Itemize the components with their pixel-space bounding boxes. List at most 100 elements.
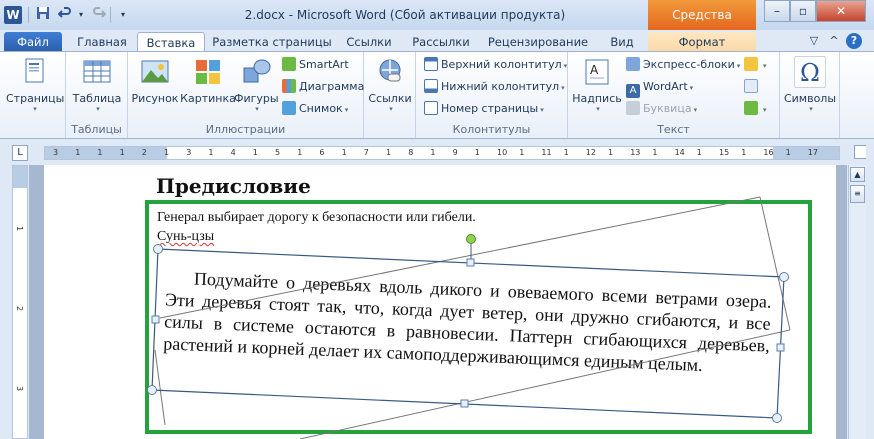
minimize-ribbon-icon[interactable]: ▽ xyxy=(806,33,822,49)
shapes-label: Фигуры xyxy=(234,92,279,105)
symbols-button[interactable]: Ω Символы ▾ xyxy=(782,56,838,113)
pages-icon xyxy=(18,56,50,88)
chevron-down-icon: ▾ xyxy=(33,105,37,113)
horizontal-ruler[interactable]: 3 1 1 1 2 1 3 1 4 1 5 1 6 1 7 1 8 1 9 1 10 1 11 1 12 1 13 1 14 1 15 1 16… xyxy=(44,146,840,160)
quickparts-button[interactable]: Экспресс-блоки ▾ xyxy=(626,56,740,74)
word-app-icon[interactable]: W xyxy=(4,6,22,24)
links-label: Ссылки xyxy=(368,92,412,105)
tab-file[interactable]: Файл xyxy=(4,32,62,52)
ruler-number: 11 xyxy=(541,148,552,157)
document-heading[interactable]: Предисловие xyxy=(156,174,311,198)
table-button[interactable]: Таблица ▾ xyxy=(70,56,124,113)
tab-selector[interactable]: L xyxy=(12,145,28,161)
rotated-textbox[interactable]: Подумайте о деревьях вдоль дикого и овев… xyxy=(150,252,782,439)
redo-icon[interactable] xyxy=(90,6,108,24)
date-time-button[interactable] xyxy=(744,78,761,96)
group-text: A Надпись ▾ Экспресс-блоки ▾ A WordArt ▾ Бу… xyxy=(568,52,780,138)
ribbon-tabs: Файл Главная Вставка Разметка страницы С… xyxy=(0,30,874,52)
ruler-number: 5 xyxy=(275,148,281,157)
ruler-number: 1 xyxy=(252,148,258,157)
help-icon[interactable]: ? xyxy=(846,33,862,49)
object-icon xyxy=(744,101,758,115)
omega-icon: Ω xyxy=(794,56,826,88)
qat-separator xyxy=(28,7,29,23)
drawing-tools-header: Средства рисов... xyxy=(648,0,756,52)
tab-home[interactable]: Главная xyxy=(70,32,134,52)
tab-review[interactable]: Рецензирование xyxy=(483,32,593,52)
textbox-button[interactable]: A Надпись ▾ xyxy=(572,56,622,113)
title-bar: W ▾ ▾ 2.docx - Microsoft Word (Сбой акти… xyxy=(0,0,874,52)
wordart-icon: A xyxy=(626,84,640,98)
undo-dropdown-icon[interactable]: ▾ xyxy=(72,6,90,24)
minimize-icon[interactable]: – xyxy=(764,0,790,22)
group-label-text: Текст xyxy=(657,123,690,136)
ribbon: Страницы ▾ Таблица ▾ Таблицы Рисунок Кар… xyxy=(0,51,874,139)
group-header-footer: Верхний колонтитул ▾ Нижний колонтитул ▾ Н… xyxy=(416,52,568,138)
vruler-number: 2 xyxy=(15,306,24,312)
ruler-number: 1 xyxy=(119,148,125,157)
ruler-number: 1 xyxy=(297,148,303,157)
header-icon xyxy=(424,57,438,71)
chart-button[interactable]: Диаграмма xyxy=(282,78,364,96)
tab-insert[interactable]: Вставка xyxy=(137,32,205,52)
wordart-button[interactable]: A WordArt ▾ xyxy=(626,78,693,98)
ruler-number: 4 xyxy=(230,148,236,157)
page-number-button[interactable]: Номер страницы ▾ xyxy=(424,100,544,118)
ruler-number: 6 xyxy=(319,148,325,157)
ruler-number: 13 xyxy=(630,148,641,157)
footer-button[interactable]: Нижний колонтитул ▾ xyxy=(424,78,565,96)
signature-line-button[interactable]: ▾ xyxy=(744,56,767,74)
screenshot-icon xyxy=(282,101,296,115)
tab-format[interactable]: Формат xyxy=(648,32,756,52)
pages-button[interactable]: Страницы ▾ xyxy=(6,56,64,113)
close-icon[interactable]: ✕ xyxy=(816,0,866,22)
ruler-number: 7 xyxy=(363,148,369,157)
chevron-down-icon: ▾ xyxy=(96,105,100,113)
globe-link-icon xyxy=(374,56,406,88)
vruler-top-margin xyxy=(13,166,27,188)
maximize-icon[interactable]: ▫ xyxy=(790,0,816,22)
tab-page-layout[interactable]: Разметка страницы xyxy=(210,32,334,52)
shapes-button[interactable]: Фигуры ▾ xyxy=(234,56,279,113)
ruler-number: 2 xyxy=(141,148,147,157)
ruler-number: 1 xyxy=(519,148,525,157)
window-title: 2.docx - Microsoft Word (Сбой активации … xyxy=(244,8,566,22)
ruler-number: 17 xyxy=(807,148,818,157)
scroll-up-icon[interactable]: ▲ xyxy=(850,167,865,182)
vertical-ruler[interactable]: 1 2 3 xyxy=(12,165,28,439)
chevron-down-icon: ▾ xyxy=(389,105,393,113)
ruler-area: L 3 1 1 1 2 1 3 1 4 1 5 1 6 1 7 1 8 1 9 1 10 1 11 1 12 1 13 1 14 1 15 1… xyxy=(0,140,874,164)
tab-view[interactable]: Вид xyxy=(600,32,644,52)
screenshot-button[interactable]: Снимок ▾ xyxy=(282,100,348,118)
picture-label: Рисунок xyxy=(131,92,179,105)
ruler-number: 12 xyxy=(585,148,596,157)
chevron-up-icon[interactable]: ^ xyxy=(826,33,842,49)
save-icon[interactable] xyxy=(34,6,52,24)
ruler-number: 1 xyxy=(430,148,436,157)
group-links: Ссылки ▾ xyxy=(364,52,416,138)
ruler-number: 1 xyxy=(97,148,103,157)
shapes-icon xyxy=(240,56,272,88)
clipart-button[interactable]: Картинка xyxy=(180,56,236,105)
scroll-thumb[interactable]: ≡ xyxy=(850,185,865,203)
tab-mailings[interactable]: Рассылки xyxy=(405,32,477,52)
group-tables: Таблица ▾ Таблицы xyxy=(66,52,128,138)
vertical-scrollbar[interactable]: ▲ ≡ xyxy=(848,165,866,439)
group-label-tables: Таблицы xyxy=(71,123,122,136)
group-label-header-footer: Колонтитулы xyxy=(452,123,531,136)
dropcap-button[interactable]: Буквица ▾ xyxy=(626,100,697,118)
group-label-illustrations: Иллюстрации xyxy=(205,123,286,136)
signature-icon xyxy=(744,57,758,71)
object-button[interactable]: ▾ xyxy=(744,100,767,118)
smartart-button[interactable]: SmartArt xyxy=(282,56,349,74)
tab-references[interactable]: Ссылки xyxy=(340,32,398,52)
svg-text:A: A xyxy=(590,63,599,77)
links-button[interactable]: Ссылки ▾ xyxy=(368,56,412,113)
ruler-number: 16 xyxy=(763,148,774,157)
picture-button[interactable]: Рисунок xyxy=(130,56,180,105)
group-illustrations: Рисунок Картинка Фигуры ▾ SmartArt Диагр… xyxy=(128,52,364,138)
group-pages: Страницы ▾ xyxy=(0,52,66,138)
customize-qat-icon[interactable]: ▾ xyxy=(114,6,132,24)
ruler-number: 10 xyxy=(497,148,508,157)
header-button[interactable]: Верхний колонтитул ▾ xyxy=(424,56,567,74)
